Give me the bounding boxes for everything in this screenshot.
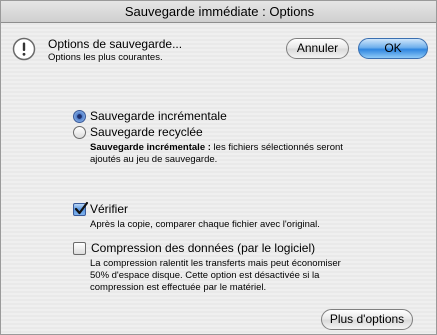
title-bar[interactable]: Sauvegarde immédiate : Options	[1, 1, 436, 23]
header-title: Options de sauvegarde...	[48, 37, 183, 51]
verify-description: Après la copie, comparer chaque fichier …	[90, 219, 320, 230]
compression-description-line1: La compression ralentit les transferts m…	[90, 258, 341, 269]
cancel-button[interactable]: Annuler	[286, 38, 349, 59]
recycled-backup-radio[interactable]	[73, 126, 86, 139]
backup-mode-description-bold: Sauvegarde incrémentale :	[90, 142, 211, 153]
alert-icon	[12, 37, 36, 61]
incremental-backup-radio[interactable]	[73, 110, 86, 123]
header-subtitle: Options les plus courantes.	[48, 52, 163, 63]
compression-checkbox[interactable]	[73, 242, 86, 255]
compression-description-line3: compression est effectuée par le matérie…	[90, 282, 267, 293]
checkmark-icon	[74, 201, 89, 215]
verify-checkbox[interactable]	[73, 201, 89, 216]
backup-mode-description: Sauvegarde incrémentale : les fichiers s…	[90, 142, 390, 166]
more-options-button[interactable]: Plus d'options	[321, 309, 413, 330]
compression-description-line2: 50% d'espace disque. Cette option est dé…	[90, 270, 320, 281]
recycled-backup-label[interactable]: Sauvegarde recyclée	[90, 125, 203, 139]
options-dialog: Sauvegarde immédiate : Options Options d…	[0, 0, 437, 335]
window-title: Sauvegarde immédiate : Options	[124, 4, 315, 19]
ok-button[interactable]: OK	[358, 38, 428, 59]
backup-mode-description-line2: ajoutés au jeu de sauvegarde.	[90, 154, 218, 165]
backup-mode-description-rest: les fichiers sélectionnés seront	[210, 142, 343, 153]
compression-description: La compression ralentit les transferts m…	[90, 258, 390, 294]
verify-label[interactable]: Vérifier	[90, 202, 128, 216]
incremental-backup-label[interactable]: Sauvegarde incrémentale	[90, 109, 227, 123]
compression-label[interactable]: Compression des données (par le logiciel…	[91, 241, 315, 255]
